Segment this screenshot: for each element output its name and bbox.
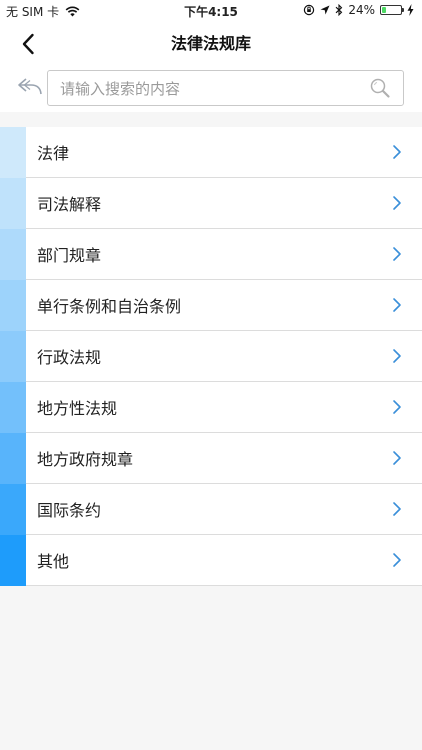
search-box	[47, 70, 404, 107]
category-list: 法律司法解释部门规章单行条例和自治条例 行政法规地方性法规地方政府规章 国际条约其他	[0, 127, 422, 586]
location-icon	[320, 5, 330, 15]
list-item-label: 国际条约	[37, 501, 102, 520]
row-accent-bar	[0, 433, 26, 484]
row-accent-bar	[0, 280, 26, 331]
list-item-label: 司法解释	[37, 195, 102, 214]
chevron-right-icon	[393, 196, 401, 210]
screen: 无 SIM 卡 下午4:15 24% 法律法规库 请输入搜索的内容 法律 司法解…	[0, 0, 422, 750]
chevron-left-icon	[22, 33, 34, 55]
list-item[interactable]: 单行条例和自治条例	[0, 280, 422, 331]
search-bar	[0, 66, 422, 112]
chevron-right-icon	[393, 349, 401, 363]
list-item-label: 其他	[37, 552, 70, 571]
battery-percent: 24%	[348, 3, 375, 17]
row-accent-bar	[0, 331, 26, 382]
battery-level	[382, 7, 386, 13]
nav-bar: 法律法规库	[0, 22, 422, 66]
orientation-lock-icon	[304, 4, 315, 16]
chevron-right-icon	[393, 145, 401, 159]
chevron-right-icon	[393, 502, 401, 516]
row-accent-bar	[0, 229, 26, 280]
list-item[interactable]: 部门规章	[0, 229, 422, 280]
list-item[interactable]: 其他	[0, 535, 422, 586]
list-item-label: 行政法规	[37, 348, 102, 367]
chevron-right-icon	[393, 553, 401, 567]
list-item-label: 法律	[37, 144, 70, 163]
charging-icon	[407, 4, 414, 16]
row-accent-bar	[0, 535, 26, 586]
list-item[interactable]: 国际条约	[0, 484, 422, 535]
undo-arrow-icon[interactable]	[16, 74, 44, 98]
row-accent-bar	[0, 484, 26, 535]
list-item[interactable]: 行政法规	[0, 331, 422, 382]
list-item-label: 部门规章	[37, 246, 102, 265]
row-accent-bar	[0, 127, 26, 178]
chevron-right-icon	[393, 400, 401, 414]
status-bar: 无 SIM 卡 下午4:15 24%	[0, 0, 422, 22]
list-item[interactable]: 地方性法规	[0, 382, 422, 433]
bluetooth-icon	[335, 4, 343, 16]
page-title: 法律法规库	[170, 34, 251, 53]
chevron-right-icon	[393, 298, 401, 312]
list-item-label: 地方政府规章	[37, 450, 134, 469]
search-input[interactable]	[58, 71, 362, 107]
list-item-label: 地方性法规	[37, 399, 118, 418]
status-right: 24%	[303, 3, 414, 17]
list-item[interactable]: 法律	[0, 127, 422, 178]
battery-icon	[380, 5, 404, 15]
chevron-right-icon	[393, 247, 401, 261]
row-accent-bar	[0, 382, 26, 433]
list-item-label: 单行条例和自治条例	[37, 297, 182, 316]
row-accent-bar	[0, 178, 26, 229]
chevron-right-icon	[393, 451, 401, 465]
list-item[interactable]: 地方政府规章	[0, 433, 422, 484]
search-icon[interactable]	[369, 77, 391, 99]
list-item[interactable]: 司法解释	[0, 178, 422, 229]
back-button[interactable]	[14, 30, 42, 58]
